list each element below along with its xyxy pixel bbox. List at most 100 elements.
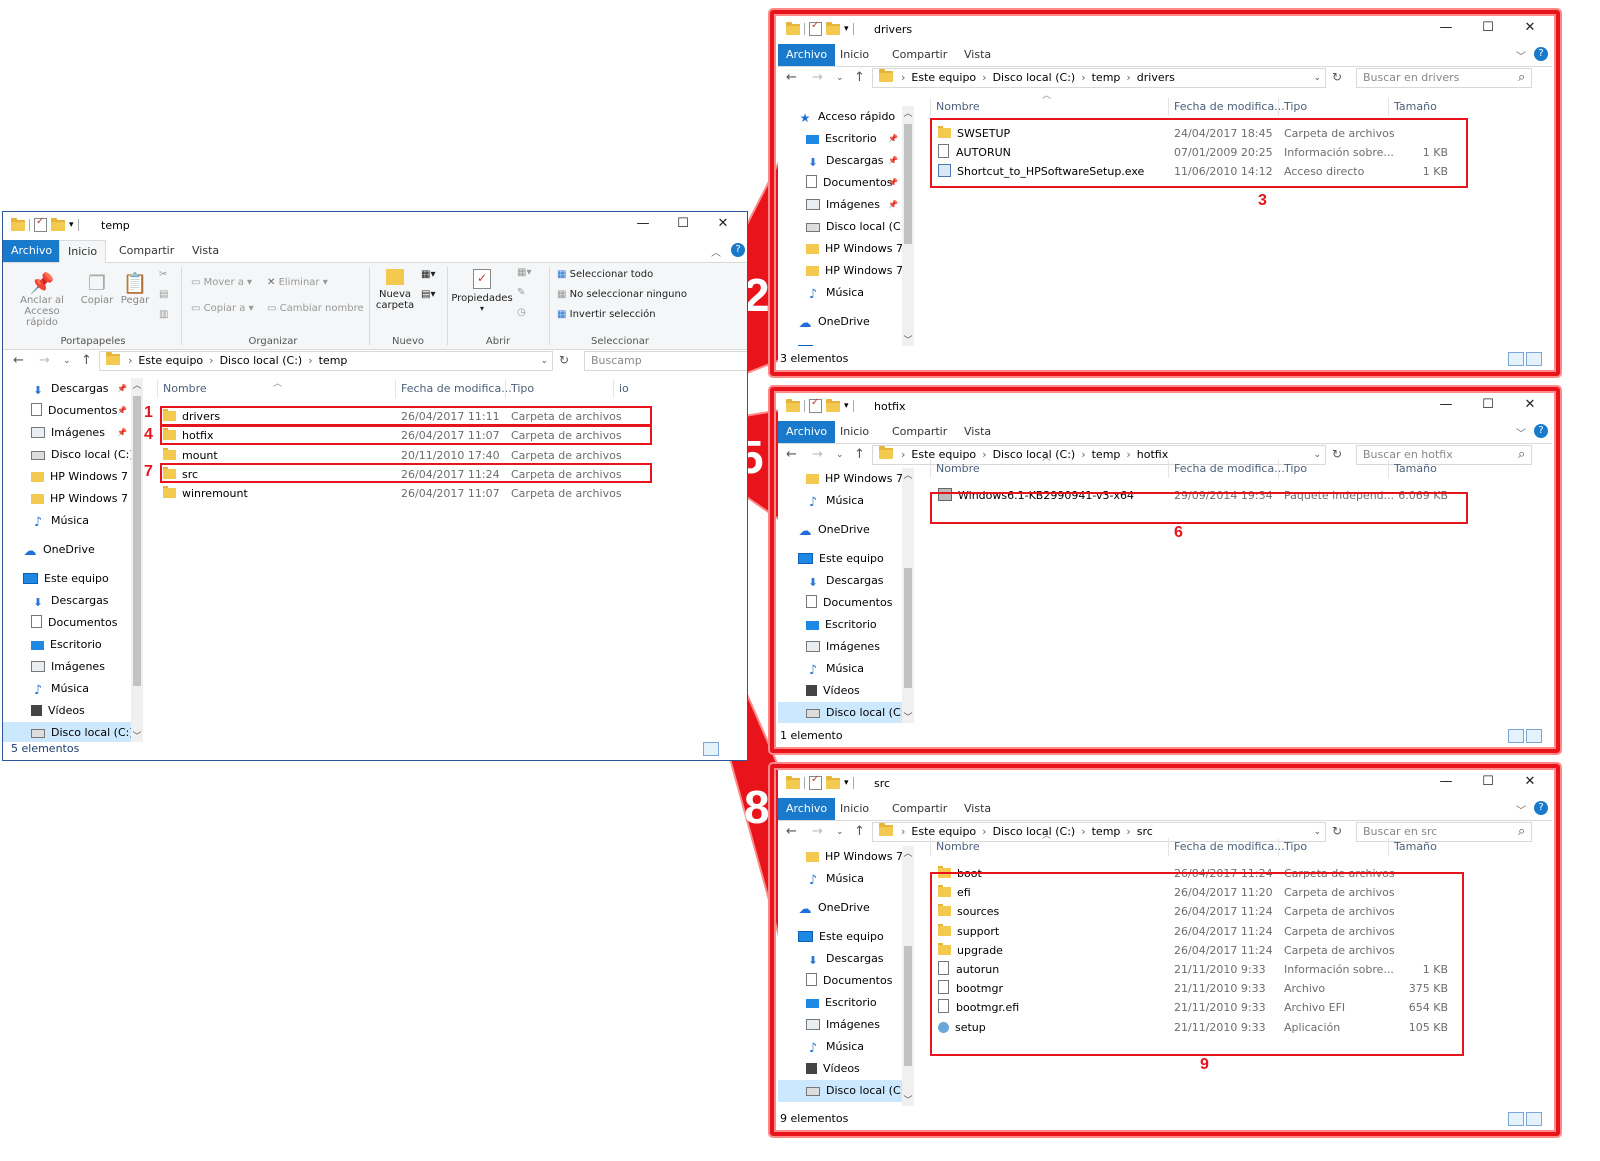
column-header[interactable]: Tipo [1284,836,1307,858]
copy-path-icon[interactable]: ▤ [159,289,168,300]
breadcrumb-temp[interactable]: temp [319,354,348,367]
tab-archivo[interactable]: Archivo [778,798,836,820]
nav-item[interactable]: ♪ Música [778,282,902,304]
new-folder-qa-icon[interactable] [51,217,65,231]
close-button[interactable]: ✕ [1510,774,1550,789]
breadcrumb-segment[interactable]: temp [1092,71,1121,84]
pin-quick-access-button[interactable]: 📌 Anclar al Acceso rápido [7,271,77,328]
nav-item[interactable]: Documentos 📌 [778,172,902,194]
recent-chevron-icon[interactable]: ⌄ [836,73,844,83]
properties-button[interactable]: ✓ Propiedades ▾ [451,269,513,313]
scroll-thumb[interactable] [904,124,912,244]
up-arrow-icon[interactable]: ↑ [854,70,865,85]
details-view-icon[interactable] [1508,1112,1524,1126]
tab-inicio[interactable]: Inicio [59,240,107,263]
scroll-thumb[interactable] [133,396,141,686]
scroll-down-icon[interactable]: ﹀ [902,333,914,346]
column-header[interactable]: Tipo [511,378,534,400]
nav-item[interactable]: ♪ Música [3,678,131,700]
recent-chevron-icon[interactable]: ⌄ [836,450,844,460]
nav-item[interactable]: Imágenes [778,636,902,658]
close-button[interactable]: ✕ [703,216,743,231]
nav-item[interactable]: Este equipo [778,926,902,948]
ribbon-collapse-icon[interactable]: ︿ [711,244,721,259]
paste-shortcut-icon[interactable]: ▥ [159,309,168,320]
nav-item[interactable]: Documentos [778,592,902,614]
help-icon[interactable]: ? [1534,424,1548,438]
nav-item[interactable]: ♪ Música [778,490,902,512]
nav-item[interactable]: ♪ Música [778,1036,902,1058]
nav-scrollbar[interactable]: ︿ ﹀ [902,106,914,346]
copy-to-button[interactable]: ▭ Copiar a ▾ [191,303,254,314]
nav-item[interactable]: Disco local (C:) [778,216,902,238]
tab-archivo[interactable]: Archivo [778,44,836,66]
new-folder-button[interactable]: Nueva carpeta [373,269,417,311]
nav-item[interactable]: Imágenes [778,1014,902,1036]
ribbon-expand-icon[interactable]: ﹀ [1516,802,1526,817]
large-icons-view-icon[interactable] [1526,729,1542,743]
column-header[interactable]: Fecha de modifica... [1174,836,1285,858]
file-row[interactable]: mount 20/11/2010 17:40 Carpeta de archivos [163,446,643,465]
scroll-up-icon[interactable]: ︿ [902,846,914,859]
paste-button[interactable]: 📋 Pegar [117,271,153,306]
properties-qa-icon[interactable] [809,20,822,36]
column-header[interactable]: Tamaño [1394,836,1437,858]
properties-qa-icon[interactable] [34,216,47,232]
nav-item[interactable]: ⬇ Descargas [778,570,902,592]
nav-item[interactable]: Disco local (C:) [778,1080,902,1102]
column-header[interactable]: Tipo [1284,458,1307,480]
nav-item[interactable]: Disco local (C:) [3,722,131,742]
nav-item[interactable]: Este equipo [778,548,902,570]
minimize-button[interactable]: — [1426,397,1466,412]
maximize-button[interactable]: ☐ [1468,397,1508,412]
nav-item[interactable]: ♪ Música [778,658,902,680]
nav-item[interactable]: ⬇ Descargas [3,590,131,612]
nav-item[interactable]: ☁ OneDrive [3,539,131,561]
column-header[interactable]: Fecha de modifica... [1174,458,1285,480]
nav-item[interactable]: Documentos [778,970,902,992]
search-input[interactable]: Buscamp [584,351,747,371]
column-header[interactable]: Fecha de modifica... [401,378,512,400]
nav-item[interactable]: ⬇ Descargas [778,948,902,970]
tab-archivo[interactable]: Archivo [778,421,836,443]
large-icons-view-icon[interactable] [1526,352,1542,366]
nav-item[interactable]: Disco local (C:) [3,444,131,466]
tab-vista[interactable]: Vista [956,798,999,820]
nav-item[interactable]: Vídeos [778,1058,902,1080]
select-none-button[interactable]: ▦ No seleccionar ninguno [557,289,687,300]
scroll-down-icon[interactable]: ﹀ [902,1093,914,1106]
move-to-button[interactable]: ▭ Mover a ▾ [191,277,252,288]
large-icons-view-icon[interactable] [1526,1112,1542,1126]
copy-button[interactable]: ❐ Copiar [79,271,115,306]
qa-dropdown-icon[interactable]: ▾ [844,24,849,34]
new-folder-qa-icon[interactable] [826,398,840,412]
details-view-icon[interactable] [703,742,719,756]
tab-compartir[interactable]: Compartir [884,798,955,820]
address-path[interactable]: › Este equipo › Disco local (C:) › temp ⌄ [99,351,553,371]
breadcrumb-segment[interactable]: Disco local (C:) [993,71,1076,84]
new-folder-qa-icon[interactable] [826,775,840,789]
easy-access-icon[interactable]: ▤▾ [421,289,435,300]
open-icon[interactable]: ▦▾ [517,267,531,278]
nav-item[interactable]: ☁ OneDrive [778,311,902,333]
nav-item[interactable]: Escritorio [778,992,902,1014]
tab-archivo[interactable]: Archivo [3,240,61,262]
nav-item[interactable]: HP Windows 7 P [778,238,902,260]
nav-item[interactable]: Disco local (C:) [778,702,902,723]
column-header[interactable]: io [619,378,629,400]
help-icon[interactable]: ? [731,243,745,257]
tab-vista[interactable]: Vista [184,240,227,262]
up-arrow-icon[interactable]: ↑ [854,824,865,839]
nav-item[interactable]: ☁ OneDrive [778,519,902,541]
scroll-thumb[interactable] [904,946,912,1066]
qa-dropdown-icon[interactable]: ▾ [69,220,74,230]
invert-selection-button[interactable]: ▦ Invertir selección [557,309,656,320]
nav-item[interactable]: ⬇ Descargas 📌 [778,150,902,172]
nav-item[interactable]: ♪ Música [778,868,902,890]
scroll-down-icon[interactable]: ﹀ [902,710,914,723]
back-arrow-icon[interactable]: ← [13,353,24,368]
new-item-icon[interactable]: ▦▾ [421,269,435,280]
edit-icon[interactable]: ✎ [517,287,525,298]
refresh-icon[interactable]: ↻ [559,353,569,367]
search-input[interactable]: Buscar en drivers [1356,68,1532,88]
